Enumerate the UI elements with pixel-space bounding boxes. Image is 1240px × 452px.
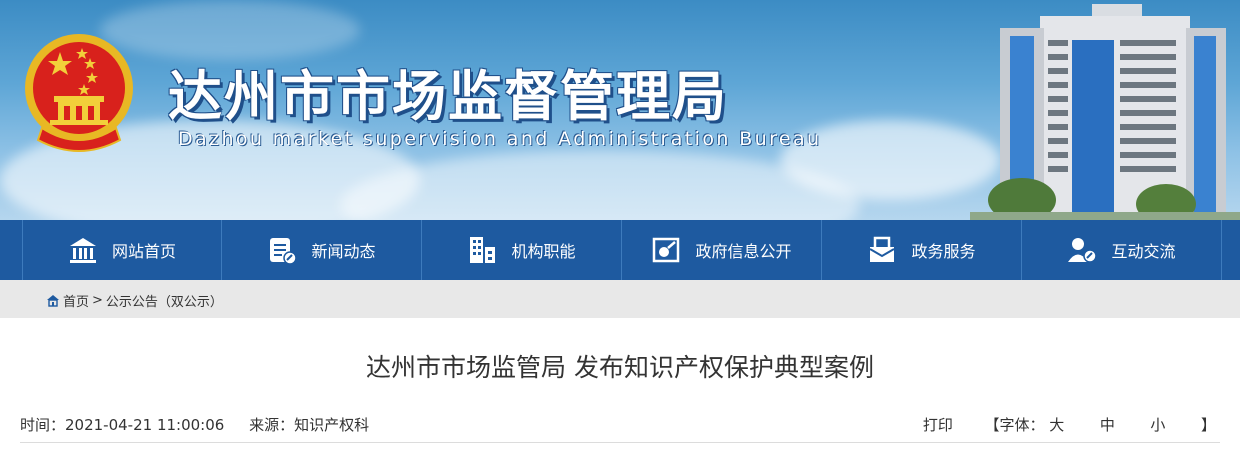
nav-item-organization[interactable]: 机构职能	[422, 220, 622, 280]
nav-label: 新闻动态	[311, 242, 376, 261]
home-icon	[69, 238, 96, 263]
nav-label: 网站首页	[111, 242, 176, 261]
article-meta: 时间：2021-04-21 11:00:06 来源：知识产权科	[20, 414, 389, 435]
site-banner: 达州市市场监督管理局 Dazhou market supervision and…	[0, 0, 1240, 220]
breadcrumb: 首页 > 公示公告（双公示）	[46, 291, 223, 310]
nav-item-news[interactable]: 新闻动态	[222, 220, 422, 280]
site-subtitle: Dazhou market supervision and Administra…	[178, 128, 822, 150]
service-inbox-icon	[869, 236, 895, 262]
site-title: 达州市市场监督管理局	[168, 65, 728, 128]
news-icon	[270, 238, 298, 265]
nav-item-home[interactable]: 网站首页	[22, 220, 222, 280]
nav-label: 政府信息公开	[695, 242, 792, 261]
nav-item-interaction[interactable]: 互动交流	[1022, 220, 1222, 280]
nav-label: 互动交流	[1111, 242, 1176, 261]
nav-item-service[interactable]: 政务服务	[822, 220, 1022, 280]
divider	[20, 442, 1220, 443]
cloud-decoration	[100, 0, 360, 60]
print-button[interactable]: 打印	[923, 416, 953, 434]
info-open-icon	[653, 237, 680, 263]
home-icon	[47, 294, 59, 307]
breadcrumb-home-link[interactable]: 首页	[63, 291, 89, 310]
article-title: 达州市市场监管局 发布知识产权保护典型案例	[366, 353, 874, 382]
nav-label: 政务服务	[911, 242, 976, 261]
nav-item-info-open[interactable]: 政府信息公开	[622, 220, 822, 280]
nav-label: 机构职能	[511, 242, 576, 261]
font-size-small-button[interactable]: 小	[1150, 416, 1165, 434]
publish-time: 时间：2021-04-21 11:00:06	[20, 416, 225, 434]
office-building-image	[970, 4, 1240, 220]
breadcrumb-bar: 首页 > 公示公告（双公示）	[0, 280, 1240, 318]
font-size-large-button[interactable]: 大	[1049, 416, 1064, 434]
building-icon	[470, 237, 496, 263]
national-emblem-icon	[25, 34, 133, 152]
font-size-medium-button[interactable]: 中	[1100, 416, 1115, 434]
interaction-user-icon	[1068, 238, 1098, 263]
font-size-label: 【字体：	[984, 416, 1045, 434]
breadcrumb-current-link[interactable]: 公示公告（双公示）	[106, 291, 223, 310]
font-size-bracket-close: 】	[1200, 416, 1216, 434]
article-tools: 打印 【字体： 大 中 小 】	[923, 414, 1216, 435]
article-source: 来源：知识产权科	[249, 416, 370, 434]
breadcrumb-separator: >	[92, 293, 103, 308]
main-nav: 网站首页 新闻动态 机构职能 政府信息公开 政务服务 互动交流	[0, 220, 1240, 280]
